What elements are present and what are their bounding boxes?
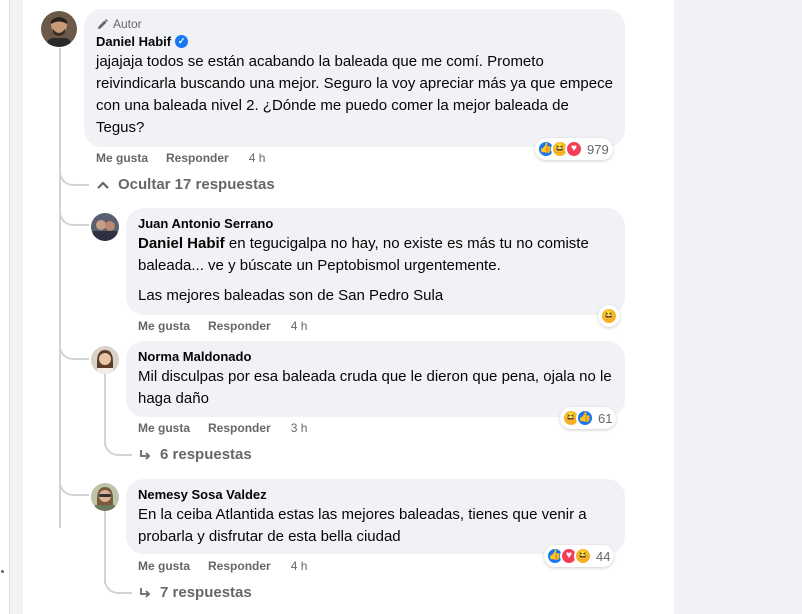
comment-bubble-main: Autor Daniel Habif ✓ jajajaja todos se e… [84, 9, 625, 147]
commenter-name[interactable]: Nemesy Sosa Valdez [138, 487, 613, 502]
thread-curve-reply-3 [59, 470, 89, 496]
view-replies-button[interactable]: 7 respuestas [138, 584, 252, 601]
comment-text: jajajaja todos se están acabando la bale… [96, 53, 613, 136]
commenter-name[interactable]: Juan Antonio Serrano [138, 216, 613, 231]
haha-icon: 😆 [574, 547, 592, 565]
comment-timestamp[interactable]: 4 h [249, 151, 266, 165]
author-tag: Autor [96, 17, 613, 31]
reactions-summary-reply-1[interactable]: 😆 [598, 305, 620, 327]
like-button[interactable]: Me gusta [138, 559, 190, 573]
commenter-name-text[interactable]: Nemesy Sosa Valdez [138, 487, 267, 502]
like-button[interactable]: Me gusta [138, 319, 190, 333]
reply-arrow-icon [140, 449, 151, 460]
mention-link[interactable]: Daniel Habif [138, 235, 225, 252]
like-button[interactable]: Me gusta [96, 151, 148, 165]
comment-actions-reply-2: Me gusta Responder 3 h [138, 421, 307, 435]
panel-dot [1, 570, 4, 573]
reply-button[interactable]: Responder [208, 319, 271, 333]
avatar-nemesy-sosa-valdez[interactable] [91, 483, 119, 511]
hide-replies-label[interactable]: Ocultar 17 respuestas [118, 176, 275, 193]
avatar-juan-antonio-serrano[interactable] [91, 213, 119, 241]
author-tag-label: Autor [113, 17, 142, 31]
chevron-up-icon [97, 180, 109, 189]
reaction-count: 979 [587, 141, 609, 157]
commenter-name-text[interactable]: Daniel Habif [96, 34, 171, 49]
reply-button[interactable]: Responder [208, 559, 271, 573]
haha-icon: 😆 [600, 307, 618, 325]
view-replies-label[interactable]: 6 respuestas [160, 446, 252, 463]
facebook-comment-thread: Autor Daniel Habif ✓ jajajaja todos se e… [0, 0, 802, 614]
view-replies-label[interactable]: 7 respuestas [160, 584, 252, 601]
comment-text-second: Las mejores baleadas son de San Pedro Su… [138, 287, 444, 304]
hide-replies-button[interactable]: Ocultar 17 respuestas [96, 176, 275, 193]
commenter-name[interactable]: Norma Maldonado [138, 349, 613, 364]
commenter-name[interactable]: Daniel Habif ✓ [96, 34, 613, 49]
comment-actions-reply-3: Me gusta Responder 4 h [138, 559, 307, 573]
comment-bubble-reply-2: Norma Maldonado Mil disculpas por esa ba… [126, 341, 625, 417]
reactions-summary-reply-3[interactable]: 👍 ♥ 😆 44 [544, 545, 615, 567]
like-button[interactable]: Me gusta [138, 421, 190, 435]
thread-line-reply-2 [104, 372, 106, 446]
reactions-summary-reply-2[interactable]: 😆 👍 61 [560, 407, 617, 429]
avatar-norma-maldonado[interactable] [91, 346, 119, 374]
commenter-name-text[interactable]: Juan Antonio Serrano [138, 216, 273, 231]
commenter-name-text[interactable]: Norma Maldonado [138, 349, 251, 364]
comment-actions-reply-1: Me gusta Responder 4 h [138, 319, 307, 333]
love-icon: ♥ [565, 140, 583, 158]
thread-curve-reply-1 [59, 200, 89, 226]
comment-text: Mil disculpas por esa baleada cruda que … [138, 368, 612, 407]
comment-actions-main: Me gusta Responder 4 h [96, 151, 265, 165]
view-replies-button[interactable]: 6 respuestas [138, 446, 252, 463]
comment-timestamp[interactable]: 4 h [291, 319, 308, 333]
like-icon: 👍 [576, 409, 594, 427]
thread-line-reply-3 [104, 510, 106, 584]
reactions-summary-main[interactable]: 👍 😆 ♥ 979 [535, 138, 613, 160]
thread-curve-hide [59, 166, 89, 186]
thread-line-main [59, 48, 61, 528]
verified-badge-icon: ✓ [175, 35, 189, 48]
reply-arrow-icon [140, 587, 151, 598]
comment-bubble-reply-1: Juan Antonio Serrano Daniel Habif en teg… [126, 208, 625, 315]
reaction-count: 44 [596, 548, 611, 564]
pencil-icon [98, 18, 108, 29]
comment-timestamp[interactable]: 3 h [291, 421, 308, 435]
comment-text: En la ceiba Atlantida estas las mejores … [138, 506, 587, 545]
right-background [674, 0, 802, 614]
reply-button[interactable]: Responder [208, 421, 271, 435]
left-panel-edge [0, 0, 10, 614]
reaction-count: 61 [598, 410, 613, 426]
comment-text: Daniel Habif en tegucigalpa no hay, no e… [138, 233, 613, 307]
reply-button[interactable]: Responder [166, 151, 229, 165]
comment-bubble-reply-3: Nemesy Sosa Valdez En la ceiba Atlantida… [126, 479, 625, 554]
thread-curve-reply-2 [59, 330, 89, 360]
avatar-daniel-habif[interactable] [41, 11, 77, 47]
comment-timestamp[interactable]: 4 h [291, 559, 308, 573]
